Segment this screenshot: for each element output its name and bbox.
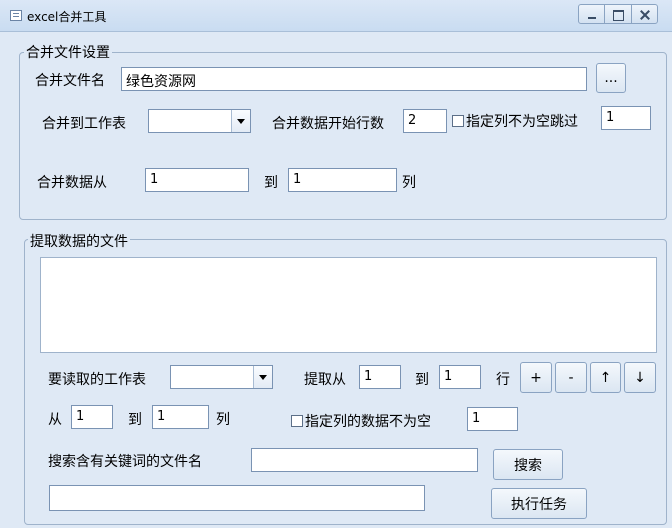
merge-to-sheet-select[interactable] [148, 109, 251, 133]
merge-to-sheet-label: 合并到工作表 [42, 116, 126, 132]
merge-column-label: 列 [402, 175, 416, 191]
extract-from-input[interactable]: 1 [359, 365, 401, 389]
chevron-down-icon[interactable] [253, 366, 272, 388]
search-keyword-input[interactable] [251, 448, 478, 472]
close-icon[interactable] [632, 5, 657, 23]
window-controls [578, 4, 658, 24]
skip-empty-label: 指定列不为空跳过 [466, 114, 578, 130]
extract-to-input[interactable]: 1 [439, 365, 481, 389]
start-row-label: 合并数据开始行数 [272, 116, 384, 132]
search-keyword-label: 搜索含有关键词的文件名 [48, 454, 202, 470]
remove-button[interactable]: - [555, 362, 587, 393]
checkbox-icon[interactable] [291, 415, 303, 427]
not-empty-column-input[interactable]: 1 [467, 407, 518, 431]
checkbox-icon[interactable] [452, 115, 464, 127]
maximize-icon[interactable] [605, 5, 632, 23]
browse-button[interactable]: ... [596, 63, 626, 93]
run-task-button[interactable]: 执行任务 [491, 488, 587, 519]
merge-file-name-input[interactable]: 绿色资源网 [121, 67, 587, 91]
merge-to-label: 到 [264, 175, 278, 191]
column-from-label: 从 [48, 412, 62, 428]
read-sheet-select[interactable] [170, 365, 273, 389]
merge-file-name-label: 合并文件名 [35, 73, 105, 89]
extract-from-label: 提取从 [304, 372, 346, 388]
column-to-label: 到 [128, 412, 142, 428]
extract-to-label: 到 [415, 372, 429, 388]
row-label: 行 [496, 372, 510, 388]
merge-settings-legend: 合并文件设置 [24, 42, 112, 62]
read-sheet-label: 要读取的工作表 [48, 372, 146, 388]
add-button[interactable]: + [520, 362, 552, 393]
not-empty-label: 指定列的数据不为空 [305, 414, 431, 430]
minimize-icon[interactable] [579, 5, 606, 23]
status-field [49, 485, 425, 511]
app-icon [10, 10, 22, 21]
move-down-button[interactable]: ↓ [624, 362, 656, 393]
extract-files-legend: 提取数据的文件 [28, 231, 130, 251]
file-list[interactable] [40, 257, 657, 353]
skip-empty-checkbox[interactable]: 指定列不为空跳过 [452, 111, 578, 131]
title-bar: excel合并工具 [0, 0, 672, 32]
move-up-button[interactable]: ↑ [590, 362, 621, 393]
merge-from-input[interactable]: 1 [145, 168, 249, 192]
start-row-input[interactable]: 2 [403, 109, 447, 133]
merge-from-label: 合并数据从 [37, 175, 107, 191]
column-to-input[interactable]: 1 [152, 405, 209, 429]
column-from-input[interactable]: 1 [71, 405, 113, 429]
not-empty-checkbox[interactable]: 指定列的数据不为空 [291, 411, 431, 431]
merge-to-input[interactable]: 1 [288, 168, 397, 192]
column-label: 列 [216, 412, 230, 428]
search-button[interactable]: 搜索 [493, 449, 563, 480]
skip-empty-column-input[interactable]: 1 [601, 106, 651, 130]
window-title: excel合并工具 [27, 10, 107, 24]
chevron-down-icon[interactable] [231, 110, 250, 132]
